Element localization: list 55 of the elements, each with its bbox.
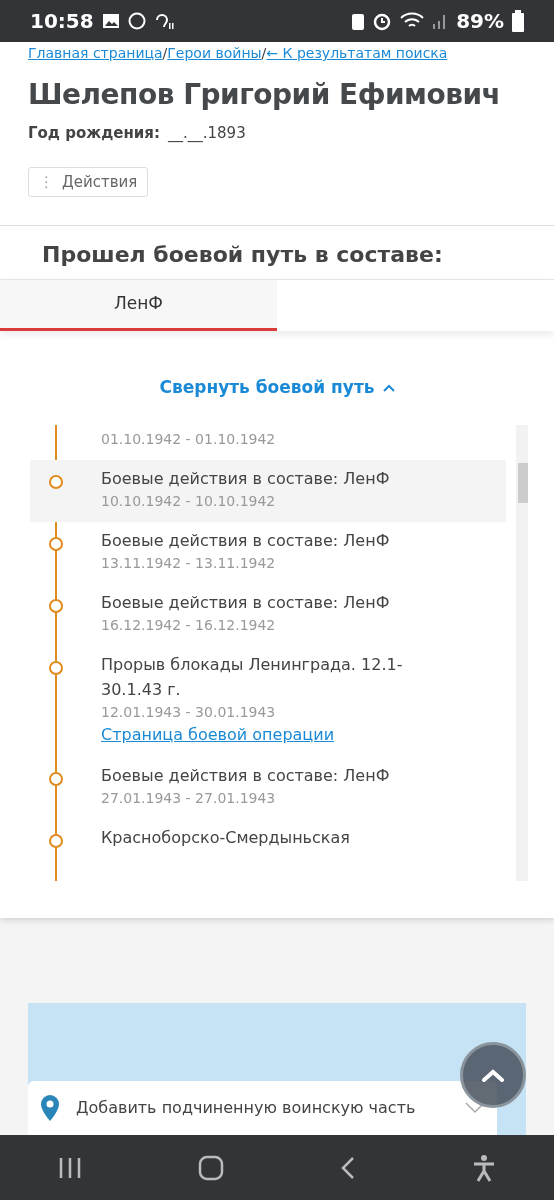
alarm-icon: [372, 11, 393, 31]
operation-link[interactable]: Страница боевой операции: [101, 724, 335, 744]
person-name: Шелепов Григорий Ефимович: [28, 77, 502, 113]
event-title: Боевые действия в составе: ЛенФ: [101, 764, 391, 787]
timeline-item[interactable]: Боевые действия в составе: ЛенФ 13.11.1942 - 13.11.1942: [30, 521, 506, 584]
timeline-dot: [49, 536, 63, 551]
unit-dropdown[interactable]: Добавить подчиненную воинскую часть: [28, 1081, 497, 1135]
breadcrumb-link[interactable]: Главная страница: [28, 45, 163, 61]
event-title: Боевые действия в составе: ЛенФ: [101, 467, 391, 490]
event-dates: 27.01.1943 - 27.01.1943: [101, 788, 277, 808]
timeline-item[interactable]: Красноборско-Смердыньская: [30, 818, 506, 860]
timeline-dot: [49, 771, 63, 786]
timeline-item[interactable]: Боевые действия в составе: ЛенФ 27.01.1943 - 27.01.1943: [30, 756, 506, 819]
chevron-up-icon: [382, 383, 395, 392]
event-dates: 12.01.1943 - 30.01.1943: [101, 702, 277, 722]
clock-time: 10:58: [30, 8, 94, 35]
timeline-item[interactable]: Боевые действия в составе: ЛенФ 16.12.1942 - 16.12.1942: [30, 583, 506, 646]
event-title: Боевые действия в составе: ЛенФ: [101, 529, 391, 552]
birth-label: Год рождения:: [28, 123, 160, 144]
collapse-link[interactable]: Свернуть боевой путь: [159, 375, 395, 401]
event-title: Красноборско-Смердыньская: [101, 826, 351, 849]
chevron-up-icon: [481, 1068, 505, 1082]
recent-apps-icon[interactable]: [58, 1156, 82, 1179]
battery-percentage: 89%: [456, 8, 504, 35]
image-icon: [101, 13, 120, 29]
timeline-item[interactable]: Боевые действия в составе: ЛенФ 10.10.1942 - 10.10.1942: [30, 459, 506, 522]
battery-saver-icon: [352, 12, 365, 30]
timeline-dot: [49, 833, 63, 848]
event-dates: 16.12.1942 - 16.12.1942: [101, 615, 277, 635]
timeline-dot: [49, 660, 63, 675]
timeline-dot: [49, 598, 63, 613]
event-title: Прорыв блокады Ленинграда. 12.1-30.1.43 г.: [101, 653, 404, 701]
breadcrumb-separator: /: [162, 45, 168, 61]
breadcrumb-separator: /: [261, 45, 267, 61]
tab[interactable]: ЛенФ: [0, 280, 277, 331]
location-pin-icon: [40, 1094, 60, 1122]
accessibility-icon[interactable]: [472, 1153, 496, 1182]
breadcrumb-link[interactable]: ← К результатам поиска: [266, 45, 448, 61]
back-icon[interactable]: [340, 1155, 356, 1180]
home-icon[interactable]: [198, 1154, 224, 1181]
event-title: Боевые действия в составе: ЛенФ: [101, 591, 391, 614]
more-icon: ⋮: [39, 170, 54, 193]
breadcrumb-link[interactable]: Герои войны: [167, 45, 262, 61]
event-dates: 13.11.1942 - 13.11.1942: [101, 553, 277, 573]
chat-icon: [127, 12, 146, 30]
actions-button[interactable]: ⋮ Действия: [28, 166, 149, 197]
scrollbar-thumb[interactable]: [518, 462, 528, 503]
ear-icon: [153, 12, 174, 30]
battery-icon: [512, 10, 524, 32]
section-title: Прошел боевой путь в составе:: [41, 241, 444, 269]
timeline-dot: [49, 474, 63, 489]
birth-value: __.__.1893: [167, 123, 246, 145]
event-dates: 01.10.1942 - 01.10.1942: [101, 429, 277, 449]
timeline-item[interactable]: Прорыв блокады Ленинграда. 12.1-30.1.43 г. 12.01.1943 - 30.01.1943 Страница боевой операции: [30, 645, 506, 757]
event-dates: 10.10.1942 - 10.10.1942: [101, 491, 277, 511]
